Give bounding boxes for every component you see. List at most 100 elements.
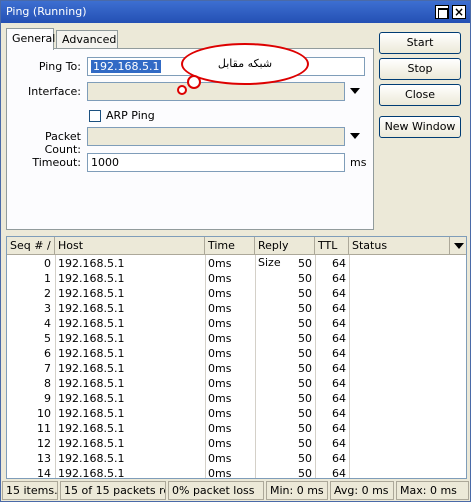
tab-advanced[interactable]: Advanced — [56, 30, 118, 49]
cell-host: 192.168.5.1 — [58, 422, 125, 435]
table-row[interactable]: 6 192.168.5.1 0ms 50 64 — [7, 346, 466, 361]
table-row[interactable]: 14 192.168.5.1 0ms 50 64 — [7, 466, 466, 479]
new-window-button[interactable]: New Window — [379, 116, 461, 138]
ping-window: Ping (Running) × General Advanced Ping T… — [0, 0, 471, 502]
cell-host: 192.168.5.1 — [58, 317, 125, 330]
timeout-unit: ms — [350, 156, 367, 169]
close-icon[interactable]: × — [452, 5, 466, 19]
close-button[interactable]: Close — [379, 84, 461, 106]
table-row[interactable]: 11 192.168.5.1 0ms 50 64 — [7, 421, 466, 436]
column-status[interactable]: Status — [349, 237, 450, 255]
cell-time: 0ms — [208, 317, 232, 330]
arp-ping-checkbox[interactable] — [89, 110, 101, 122]
column-reply-size[interactable]: Reply Size — [255, 237, 315, 269]
cell-seq: 1 — [44, 272, 51, 285]
cell-seq: 5 — [44, 332, 51, 345]
table-row[interactable]: 8 192.168.5.1 0ms 50 64 — [7, 376, 466, 391]
cell-time: 0ms — [208, 362, 232, 375]
cell-host: 192.168.5.1 — [58, 257, 125, 270]
cell-reply-size: 50 — [298, 422, 312, 435]
cell-reply-size: 50 — [298, 287, 312, 300]
cell-ttl: 64 — [332, 257, 346, 270]
cell-status — [352, 421, 447, 436]
cell-seq: 8 — [44, 377, 51, 390]
status-packets: 15 of 15 packets re... — [60, 481, 166, 500]
window-title: Ping (Running) — [6, 5, 87, 18]
cell-time: 0ms — [208, 452, 232, 465]
column-ttl[interactable]: TTL — [315, 237, 349, 255]
interface-dropdown-icon[interactable] — [350, 88, 360, 94]
timeout-row: Timeout: 1000 ms — [7, 153, 375, 173]
results-table: Seq # / Host Time Reply Size TTL Status … — [6, 236, 467, 479]
status-loss: 0% packet loss — [168, 481, 264, 500]
table-row[interactable]: 10 192.168.5.1 0ms 50 64 — [7, 406, 466, 421]
cell-host: 192.168.5.1 — [58, 347, 125, 360]
cell-ttl: 64 — [332, 317, 346, 330]
tab-general[interactable]: General — [6, 28, 55, 50]
arp-ping-row: ARP Ping — [7, 107, 375, 127]
table-row[interactable]: 2 192.168.5.1 0ms 50 64 — [7, 286, 466, 301]
table-header: Seq # / Host Time Reply Size TTL Status — [7, 237, 466, 269]
cell-reply-size: 50 — [298, 362, 312, 375]
timeout-input[interactable]: 1000 — [87, 153, 345, 172]
column-menu[interactable] — [450, 237, 466, 255]
cell-ttl: 64 — [332, 377, 346, 390]
cell-seq: 10 — [37, 407, 51, 420]
table-row[interactable]: 4 192.168.5.1 0ms 50 64 — [7, 316, 466, 331]
cell-status — [352, 436, 447, 451]
cell-ttl: 64 — [332, 422, 346, 435]
cell-time: 0ms — [208, 437, 232, 450]
cell-ttl: 64 — [332, 287, 346, 300]
cell-ttl: 64 — [332, 347, 346, 360]
restore-icon[interactable] — [435, 5, 449, 19]
status-max: Max: 0 ms — [396, 481, 469, 500]
cell-seq: 14 — [37, 467, 51, 479]
stop-button[interactable]: Stop — [379, 58, 461, 80]
cell-seq: 0 — [44, 257, 51, 270]
cell-status — [352, 346, 447, 361]
cell-status — [352, 406, 447, 421]
cell-seq: 11 — [37, 422, 51, 435]
table-row[interactable]: 13 192.168.5.1 0ms 50 64 — [7, 451, 466, 466]
cell-host: 192.168.5.1 — [58, 407, 125, 420]
ping-to-label: Ping To: — [38, 60, 81, 73]
cell-status — [352, 391, 447, 406]
cell-reply-size: 50 — [298, 257, 312, 270]
table-row[interactable]: 12 192.168.5.1 0ms 50 64 — [7, 436, 466, 451]
table-row[interactable]: 0 192.168.5.1 0ms 50 64 — [7, 256, 466, 271]
cell-host: 192.168.5.1 — [58, 377, 125, 390]
title-bar[interactable]: Ping (Running) × — [1, 1, 470, 23]
cell-reply-size: 50 — [298, 467, 312, 479]
table-row[interactable]: 9 192.168.5.1 0ms 50 64 — [7, 391, 466, 406]
cell-reply-size: 50 — [298, 272, 312, 285]
cell-reply-size: 50 — [298, 452, 312, 465]
packet-count-dropdown-icon[interactable] — [350, 133, 360, 139]
cell-host: 192.168.5.1 — [58, 467, 125, 479]
packet-count-select[interactable] — [87, 127, 345, 146]
interface-select[interactable] — [87, 82, 345, 101]
cell-host: 192.168.5.1 — [58, 332, 125, 345]
start-button[interactable]: Start — [379, 32, 461, 54]
cell-ttl: 64 — [332, 437, 346, 450]
column-menu-icon[interactable] — [454, 243, 464, 249]
table-row[interactable]: 5 192.168.5.1 0ms 50 64 — [7, 331, 466, 346]
cell-time: 0ms — [208, 407, 232, 420]
cell-time: 0ms — [208, 287, 232, 300]
table-row[interactable]: 1 192.168.5.1 0ms 50 64 — [7, 271, 466, 286]
cell-host: 192.168.5.1 — [58, 392, 125, 405]
cell-status — [352, 316, 447, 331]
column-time[interactable]: Time — [205, 237, 255, 255]
column-seq[interactable]: Seq # / — [7, 237, 55, 255]
cell-status — [352, 466, 447, 478]
cell-ttl: 64 — [332, 272, 346, 285]
cell-host: 192.168.5.1 — [58, 287, 125, 300]
cell-status — [352, 271, 447, 286]
interface-label: Interface: — [28, 85, 81, 98]
table-row[interactable]: 7 192.168.5.1 0ms 50 64 — [7, 361, 466, 376]
cell-reply-size: 50 — [298, 302, 312, 315]
cell-ttl: 64 — [332, 452, 346, 465]
column-host[interactable]: Host — [55, 237, 205, 255]
cell-time: 0ms — [208, 257, 232, 270]
table-row[interactable]: 3 192.168.5.1 0ms 50 64 — [7, 301, 466, 316]
cell-status — [352, 331, 447, 346]
